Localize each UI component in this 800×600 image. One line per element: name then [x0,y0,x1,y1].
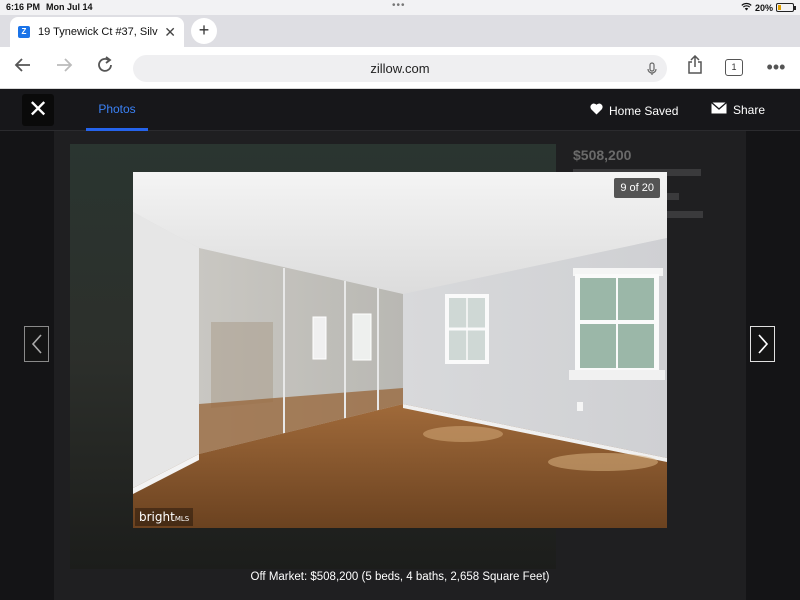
microphone-icon[interactable] [647,55,657,82]
forward-arrow-icon[interactable] [52,55,76,79]
more-icon[interactable]: ••• [764,55,788,79]
home-saved-label: Home Saved [609,103,679,118]
back-arrow-icon[interactable] [11,55,35,79]
chevron-left-icon [31,334,42,354]
browser-toolbar: zillow.com 1 ••• [0,47,800,89]
envelope-icon [711,102,727,117]
battery-icon [776,3,796,12]
bright-mls-logo: brightMLS [135,508,194,526]
close-icon: ✕ [27,96,49,123]
status-right: 20% [741,2,796,13]
home-saved-button[interactable]: Home Saved [590,103,678,118]
next-photo-button[interactable] [750,326,775,362]
page-content: $508,200 ✕ Photos Home Saved Share 9 of … [0,89,800,600]
share-label: Share [733,102,766,117]
tab-title: 19 Tynewick Ct #37, Silv [38,26,158,38]
tab-photos[interactable]: Photos [86,102,148,131]
room-photo-image [133,172,667,528]
status-date: Mon Jul 14 [46,2,93,12]
browser-tab[interactable]: Z 19 Tynewick Ct #37, Silv ✕ [10,17,184,47]
tab-strip: Z 19 Tynewick Ct #37, Silv ✕ + [0,15,800,47]
zillow-favicon-icon: Z [18,26,30,38]
new-tab-button[interactable]: + [191,18,217,44]
battery-percent: 20% [754,2,773,13]
tab-close-icon[interactable]: ✕ [164,24,176,41]
photo-viewer-header: ✕ Photos Home Saved Share [0,89,800,131]
close-viewer-button[interactable]: ✕ [22,94,54,126]
status-bar: 6:16 PM Mon Jul 14 ••• 20% [0,0,800,15]
wifi-icon [741,2,752,13]
share-button[interactable]: Share [711,102,765,117]
multitasking-dots-icon[interactable]: ••• [392,0,406,11]
url-text: zillow.com [370,61,430,76]
chevron-right-icon [757,334,768,354]
photo-counter: 9 of 20 [614,178,660,198]
tab-switcher-button[interactable]: 1 [725,59,743,76]
share-icon[interactable] [683,54,707,79]
reload-icon[interactable] [93,55,117,79]
previous-photo-button[interactable] [24,326,49,362]
address-bar[interactable]: zillow.com [133,55,667,82]
photo-caption: Off Market: $508,200 (5 beds, 4 baths, 2… [250,571,550,583]
status-time: 6:16 PM [6,2,41,12]
listing-photo: 9 of 20 brightMLS [133,172,667,528]
dimmed-listing-price: $508,200 [573,147,632,163]
heart-icon [590,103,603,118]
